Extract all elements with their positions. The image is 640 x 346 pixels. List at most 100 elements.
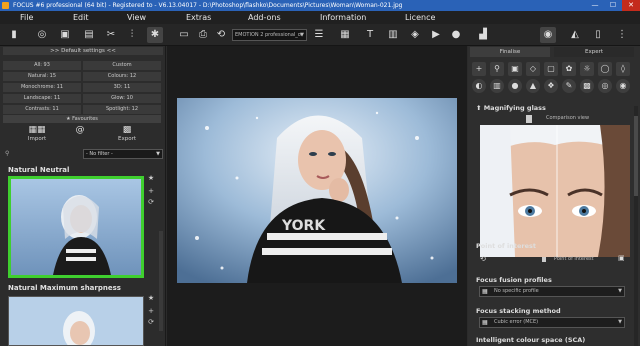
- histogram-icon[interactable]: ▟: [475, 27, 491, 43]
- focus-stacking-select[interactable]: ▦ Cubic error (MCE) ▼: [479, 317, 625, 328]
- open-file-icon[interactable]: ▮: [6, 27, 22, 43]
- category-glow[interactable]: Glow: 10: [83, 94, 161, 103]
- palette-icon[interactable]: ❖: [544, 79, 558, 93]
- presets-scrollbar[interactable]: [159, 231, 163, 331]
- save-icon[interactable]: ▭: [176, 27, 192, 43]
- export-button[interactable]: ▩ Export: [102, 125, 152, 146]
- favourite-star-icon[interactable]: ★: [146, 174, 156, 183]
- chevron-down-icon: ▼: [618, 319, 622, 325]
- print-icon[interactable]: ⎙: [195, 27, 211, 43]
- preset-thumbnail[interactable]: [8, 296, 144, 346]
- presets-panel: >> Default settings << All: 93 Custom Na…: [0, 46, 166, 346]
- split-view-icon[interactable]: ◭: [567, 27, 583, 43]
- more-icon[interactable]: ⋮: [614, 27, 630, 43]
- focus-fusion-select[interactable]: ▦ No specific profile ▼: [479, 286, 625, 297]
- contrast-icon[interactable]: ◐: [472, 79, 486, 93]
- point-of-interest-toggle[interactable]: [542, 257, 546, 262]
- close-window-button[interactable]: ✕: [622, 0, 640, 11]
- toolbar: ▮ ◎ ▣ ▤ ✂ ⫶ ✱ ▭ ⎙ ⟲ EMOTION 2 profession…: [0, 24, 640, 46]
- search-icon[interactable]: ⚲: [490, 62, 504, 76]
- tab-finalise[interactable]: Finalise: [470, 47, 550, 57]
- main-photo[interactable]: YORK: [177, 98, 457, 283]
- filter-select[interactable]: - No filter - ▼: [83, 149, 163, 159]
- category-monochrome[interactable]: Monochrome: 11: [3, 83, 81, 92]
- sun-icon[interactable]: ☼: [580, 62, 594, 76]
- add-icon[interactable]: +: [146, 187, 156, 196]
- category-all[interactable]: All: 93: [3, 61, 81, 70]
- menu-extras[interactable]: Extras: [186, 11, 211, 24]
- share-button[interactable]: @: [70, 125, 90, 146]
- eye-icon[interactable]: ◉: [540, 27, 556, 43]
- maximize-button[interactable]: ☐: [604, 0, 622, 11]
- layers-icon[interactable]: ◇: [526, 62, 540, 76]
- edit-preset-icon[interactable]: ⟳: [146, 198, 156, 207]
- zoom-icon[interactable]: ◎: [34, 27, 50, 43]
- menu-licence[interactable]: Licence: [405, 11, 435, 24]
- minimize-button[interactable]: —: [586, 0, 604, 11]
- effects-icon[interactable]: ✱: [147, 27, 163, 43]
- menu-view[interactable]: View: [127, 11, 146, 24]
- category-landscape[interactable]: Landscape: 11: [3, 94, 81, 103]
- at-icon: @: [75, 125, 85, 135]
- tools-row-2: ◐ ▥ ● ▲ ❖ ✎ ▩ ◎ ◉: [470, 79, 638, 93]
- circle-icon[interactable]: ◯: [598, 62, 612, 76]
- favourites-button[interactable]: ★ Favourites: [3, 115, 161, 123]
- vignette-icon[interactable]: ◉: [616, 79, 630, 93]
- compare-icon[interactable]: ▦: [337, 27, 353, 43]
- edit-preset-icon[interactable]: ⟳: [146, 318, 156, 327]
- favourite-star-icon[interactable]: ★: [146, 294, 156, 303]
- adjust-icon[interactable]: ⫶: [124, 27, 140, 43]
- category-colours[interactable]: Colours: 12: [83, 72, 161, 81]
- tools-icon[interactable]: ✂: [103, 27, 119, 43]
- preset-select[interactable]: EMOTION 2 professional_or ▼: [232, 29, 307, 41]
- category-natural[interactable]: Natural: 15: [3, 72, 81, 81]
- sharpen-icon[interactable]: ✎: [562, 79, 576, 93]
- category-custom[interactable]: Custom: [83, 61, 161, 70]
- list-icon[interactable]: ☰: [311, 27, 327, 43]
- texture-icon[interactable]: ▩: [580, 79, 594, 93]
- play-icon[interactable]: ▶: [428, 27, 444, 43]
- menu-addons[interactable]: Add-ons: [248, 11, 281, 24]
- zoom-icon[interactable]: ▣: [618, 254, 625, 262]
- import-icon: ▦▦: [28, 125, 46, 135]
- dark-circle-icon[interactable]: ●: [508, 79, 522, 93]
- sharpen-icon[interactable]: ◈: [407, 27, 423, 43]
- info-icon[interactable]: ●: [448, 27, 464, 43]
- category-3d[interactable]: 3D: 11: [83, 83, 161, 92]
- frame-icon[interactable]: ▢: [544, 62, 558, 76]
- settings-scrollbar-thumb[interactable]: [634, 116, 638, 196]
- menu-information[interactable]: Information: [320, 11, 366, 24]
- preset-thumbnail-selected[interactable]: [8, 176, 144, 278]
- image-icon[interactable]: ▣: [57, 27, 73, 43]
- category-spotlight[interactable]: Spotlight: 12: [83, 105, 161, 114]
- title-bar: FOCUS #6 professional (64 bit) - Registe…: [0, 0, 640, 11]
- target-icon[interactable]: ◎: [598, 79, 612, 93]
- default-settings-button[interactable]: >> Default settings <<: [3, 47, 163, 55]
- add-icon[interactable]: +: [146, 307, 156, 316]
- add-icon[interactable]: +: [472, 62, 486, 76]
- magnifying-glass-header[interactable]: ⬆ Magnifying glass: [476, 104, 546, 112]
- image-icon[interactable]: ▣: [508, 62, 522, 76]
- layout-icon[interactable]: ▯: [590, 27, 606, 43]
- export-icon: ▩: [122, 125, 132, 135]
- stamp-icon[interactable]: ▥: [385, 27, 401, 43]
- svg-text:YORK: YORK: [281, 218, 326, 234]
- comparison-toggle[interactable]: [526, 115, 532, 123]
- share-icon[interactable]: ⟲: [213, 27, 229, 43]
- search-icon[interactable]: ⚲: [5, 150, 9, 157]
- landscape-icon[interactable]: ▲: [526, 79, 540, 93]
- menu-file[interactable]: File: [20, 11, 33, 24]
- tab-expert[interactable]: Expert: [554, 47, 634, 57]
- browser-icon[interactable]: ▤: [81, 27, 97, 43]
- category-contrasts[interactable]: Contrasts: 11: [3, 105, 81, 114]
- drop-icon[interactable]: ◊: [616, 62, 630, 76]
- magnifier-view[interactable]: [480, 125, 630, 257]
- reset-icon[interactable]: ⟲: [480, 255, 486, 263]
- import-button[interactable]: ▦▦ Import: [12, 125, 62, 146]
- gradient-icon[interactable]: ▥: [490, 79, 504, 93]
- comparison-view-label: Comparison view: [546, 115, 590, 121]
- grid-icon: ▦: [482, 288, 488, 295]
- colour-wheel-icon[interactable]: ✿: [562, 62, 576, 76]
- menu-edit[interactable]: Edit: [73, 11, 89, 24]
- text-icon[interactable]: T: [362, 27, 378, 43]
